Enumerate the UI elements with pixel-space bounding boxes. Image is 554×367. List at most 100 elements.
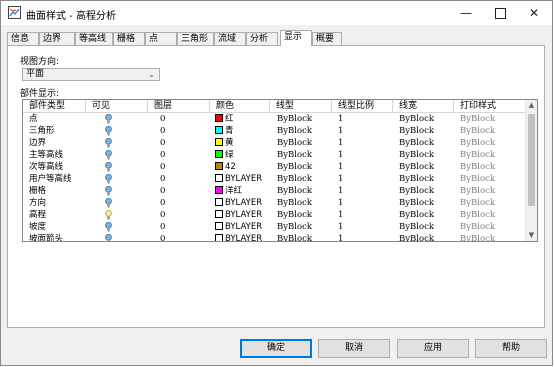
- table-row[interactable]: 次等高线 0 42 ByBlock 1 ByBlock ByBlock: [23, 161, 526, 173]
- tab-summary[interactable]: 概要: [312, 32, 342, 45]
- column-header[interactable]: 图层: [148, 100, 210, 112]
- linetype-cell[interactable]: ByBlock: [277, 113, 312, 125]
- plot-style-cell[interactable]: ByBlock: [460, 125, 495, 137]
- lineweight-cell[interactable]: ByBlock: [399, 209, 434, 221]
- column-header[interactable]: 线宽: [393, 100, 454, 112]
- layer-cell[interactable]: 0: [160, 221, 165, 233]
- layer-cell[interactable]: 0: [160, 125, 165, 137]
- tab-boundary[interactable]: 边界: [39, 32, 75, 45]
- component-type[interactable]: 次等高线: [29, 161, 63, 173]
- linetype-scale-cell[interactable]: 1: [338, 125, 343, 137]
- plot-style-cell[interactable]: ByBlock: [460, 137, 495, 149]
- lineweight-cell[interactable]: ByBlock: [399, 161, 434, 173]
- plot-style-cell[interactable]: ByBlock: [460, 209, 495, 221]
- linetype-scale-cell[interactable]: 1: [338, 233, 343, 241]
- plot-style-cell[interactable]: ByBlock: [460, 113, 495, 125]
- color-cell[interactable]: 绿: [215, 149, 234, 161]
- column-header[interactable]: 部件类型: [23, 100, 86, 112]
- component-type[interactable]: 点: [29, 113, 38, 125]
- lineweight-cell[interactable]: ByBlock: [399, 233, 434, 241]
- layer-cell[interactable]: 0: [160, 233, 165, 241]
- table-row[interactable]: 坡度 0 BYLAYER ByBlock 1 ByBlock ByBlock: [23, 221, 526, 233]
- apply-button[interactable]: 应用: [397, 339, 469, 358]
- table-row[interactable]: 边界 0 黄 ByBlock 1 ByBlock ByBlock: [23, 137, 526, 149]
- component-type[interactable]: 用户等高线: [29, 173, 72, 185]
- lineweight-cell[interactable]: ByBlock: [399, 149, 434, 161]
- plot-style-cell[interactable]: ByBlock: [460, 173, 495, 185]
- layer-cell[interactable]: 0: [160, 137, 165, 149]
- minimize-button[interactable]: —: [449, 1, 483, 25]
- component-type[interactable]: 高程: [29, 209, 46, 221]
- table-row[interactable]: 用户等高线 0 BYLAYER ByBlock 1 ByBlock ByBlock: [23, 173, 526, 185]
- tab-points[interactable]: 点: [145, 32, 177, 45]
- layer-cell[interactable]: 0: [160, 173, 165, 185]
- view-direction-select[interactable]: 平面 ⌄: [22, 68, 160, 81]
- layer-cell[interactable]: 0: [160, 149, 165, 161]
- linetype-cell[interactable]: ByBlock: [277, 173, 312, 185]
- lineweight-cell[interactable]: ByBlock: [399, 221, 434, 233]
- color-cell[interactable]: 黄: [215, 137, 234, 149]
- maximize-button[interactable]: [483, 1, 517, 25]
- lineweight-cell[interactable]: ByBlock: [399, 113, 434, 125]
- linetype-cell[interactable]: ByBlock: [277, 209, 312, 221]
- color-cell[interactable]: BYLAYER: [215, 221, 262, 233]
- linetype-scale-cell[interactable]: 1: [338, 161, 343, 173]
- component-type[interactable]: 方向: [29, 197, 46, 209]
- help-button[interactable]: 帮助: [475, 339, 547, 358]
- lineweight-cell[interactable]: ByBlock: [399, 197, 434, 209]
- plot-style-cell[interactable]: ByBlock: [460, 221, 495, 233]
- column-header[interactable]: 颜色: [210, 100, 270, 112]
- layer-cell[interactable]: 0: [160, 185, 165, 197]
- color-cell[interactable]: 青: [215, 125, 234, 137]
- tab-watersheds[interactable]: 流域: [214, 32, 246, 45]
- plot-style-cell[interactable]: ByBlock: [460, 185, 495, 197]
- color-cell[interactable]: 洋红: [215, 185, 242, 197]
- tab-triangles[interactable]: 三角形: [177, 32, 214, 45]
- tab-analysis[interactable]: 分析: [246, 32, 278, 45]
- plot-style-cell[interactable]: ByBlock: [460, 161, 495, 173]
- linetype-cell[interactable]: ByBlock: [277, 161, 312, 173]
- linetype-scale-cell[interactable]: 1: [338, 197, 343, 209]
- linetype-scale-cell[interactable]: 1: [338, 209, 343, 221]
- lineweight-cell[interactable]: ByBlock: [399, 185, 434, 197]
- tab-display[interactable]: 显示: [280, 30, 312, 46]
- component-type[interactable]: 边界: [29, 137, 46, 149]
- layer-cell[interactable]: 0: [160, 197, 165, 209]
- lineweight-cell[interactable]: ByBlock: [399, 125, 434, 137]
- cancel-button[interactable]: 取消: [318, 339, 390, 358]
- color-cell[interactable]: 红: [215, 113, 234, 125]
- table-row[interactable]: 点 0 红 ByBlock 1 ByBlock ByBlock: [23, 113, 526, 125]
- linetype-scale-cell[interactable]: 1: [338, 221, 343, 233]
- color-cell[interactable]: 42: [215, 161, 236, 173]
- lineweight-cell[interactable]: ByBlock: [399, 137, 434, 149]
- component-type[interactable]: 栅格: [29, 185, 46, 197]
- scroll-thumb[interactable]: [528, 114, 535, 206]
- color-cell[interactable]: BYLAYER: [215, 233, 262, 241]
- component-type[interactable]: 主等高线: [29, 149, 63, 161]
- ok-button[interactable]: 确定: [240, 339, 312, 358]
- component-type[interactable]: 坡面箭头: [29, 233, 63, 241]
- table-scrollbar[interactable]: ▲ ▼: [525, 100, 537, 241]
- table-row[interactable]: 三角形 0 青 ByBlock 1 ByBlock ByBlock: [23, 125, 526, 137]
- linetype-scale-cell[interactable]: 1: [338, 185, 343, 197]
- close-button[interactable]: ✕: [517, 1, 551, 25]
- lineweight-cell[interactable]: ByBlock: [399, 173, 434, 185]
- table-row[interactable]: 栅格 0 洋红 ByBlock 1 ByBlock ByBlock: [23, 185, 526, 197]
- plot-style-cell[interactable]: ByBlock: [460, 233, 495, 241]
- linetype-cell[interactable]: ByBlock: [277, 221, 312, 233]
- color-cell[interactable]: BYLAYER: [215, 173, 262, 185]
- component-type[interactable]: 三角形: [29, 125, 55, 137]
- layer-cell[interactable]: 0: [160, 113, 165, 125]
- table-row[interactable]: 坡面箭头 0 BYLAYER ByBlock 1 ByBlock ByBlock: [23, 233, 526, 241]
- plot-style-cell[interactable]: ByBlock: [460, 149, 495, 161]
- scroll-down-icon[interactable]: ▼: [526, 230, 537, 241]
- linetype-cell[interactable]: ByBlock: [277, 149, 312, 161]
- table-row[interactable]: 高程 0 BYLAYER ByBlock 1 ByBlock ByBlock: [23, 209, 526, 221]
- linetype-cell[interactable]: ByBlock: [277, 197, 312, 209]
- column-header[interactable]: 线型: [270, 100, 332, 112]
- plot-style-cell[interactable]: ByBlock: [460, 197, 495, 209]
- table-row[interactable]: 主等高线 0 绿 ByBlock 1 ByBlock ByBlock: [23, 149, 526, 161]
- linetype-scale-cell[interactable]: 1: [338, 173, 343, 185]
- linetype-cell[interactable]: ByBlock: [277, 137, 312, 149]
- column-header[interactable]: 线型比例: [332, 100, 393, 112]
